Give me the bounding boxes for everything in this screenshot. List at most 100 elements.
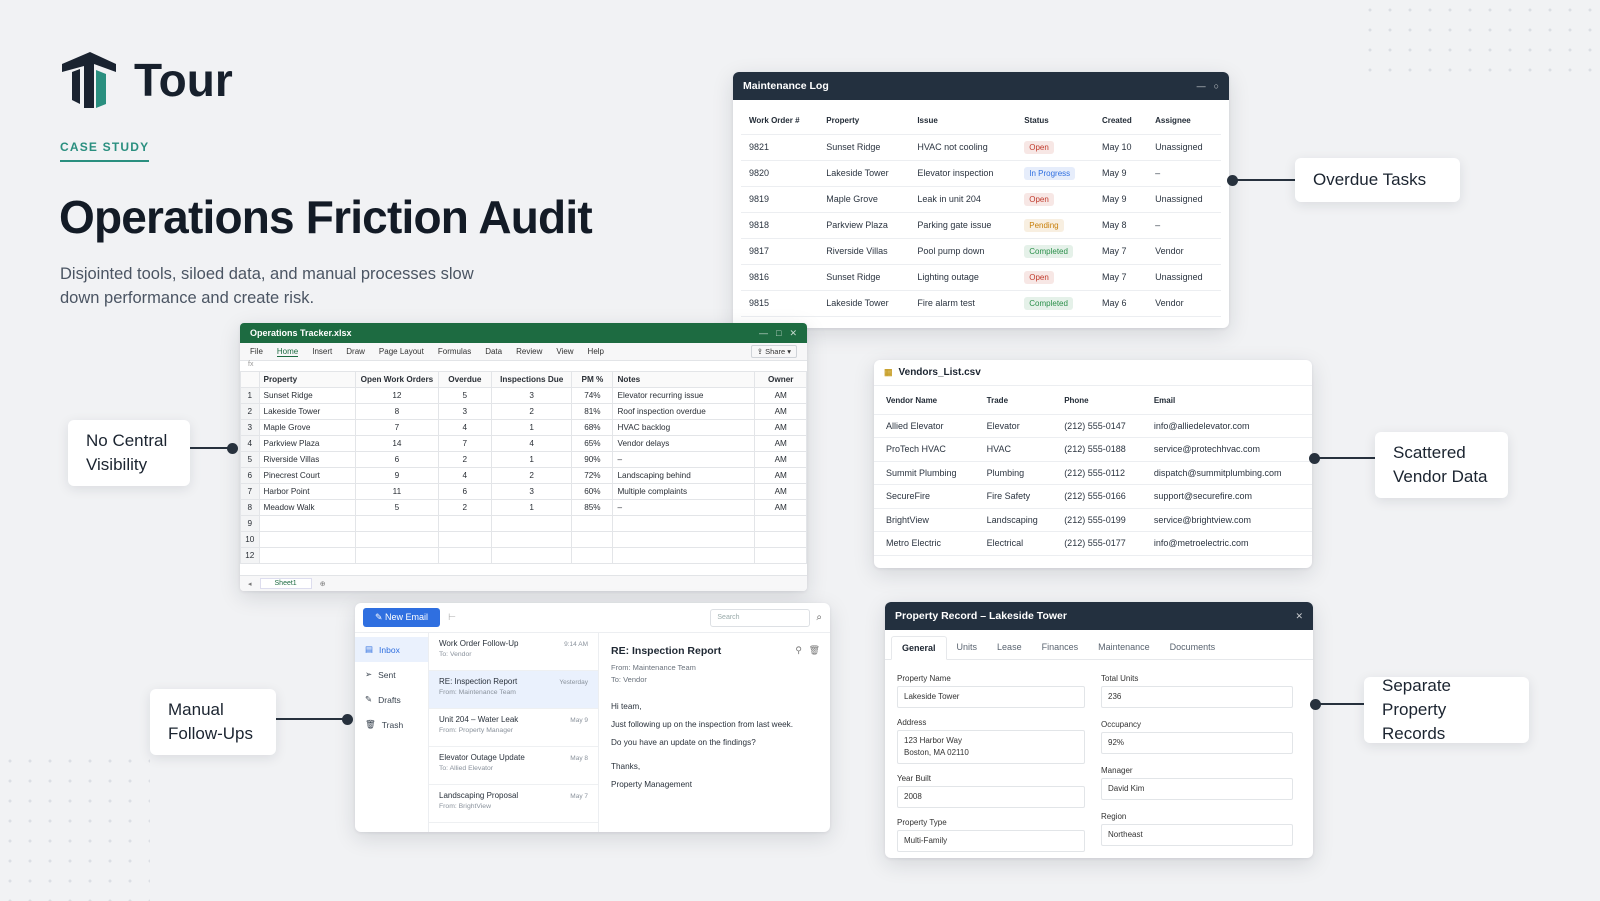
row-number[interactable]: 4	[240, 435, 260, 452]
row-number[interactable]: 6	[240, 467, 260, 484]
sheet-cell[interactable]: Maple Grove	[258, 419, 357, 436]
sheet-cell[interactable]: AM	[754, 467, 807, 484]
sheet-cell[interactable]: AM	[754, 419, 807, 436]
year-built-field[interactable]: 2008	[897, 786, 1085, 808]
sheet-cell[interactable]: 1	[491, 419, 573, 436]
table-row[interactable]: Allied Elevator Elevator (212) 555-0147 inf…	[874, 414, 1312, 438]
sheet-cell[interactable]	[491, 515, 573, 532]
sheet-cell[interactable]: Riverside Villas	[258, 451, 357, 468]
sheet-cell[interactable]: Elevator recurring issue	[612, 387, 756, 404]
sheet-cell[interactable]: AM	[754, 483, 807, 500]
list-item[interactable]: RE: Inspection Report From: Maintenance T…	[429, 671, 598, 709]
list-item[interactable]: Elevator Outage Update To: Allied Elevato…	[429, 747, 598, 785]
sheet-tab[interactable]: Sheet1	[259, 578, 312, 589]
row-number[interactable]: 7	[240, 483, 260, 500]
formula-bar[interactable]: fx	[240, 361, 807, 371]
list-item[interactable]: Work Order Follow-Up To: Vendor 9:14 AM	[429, 633, 598, 671]
sheet-cell[interactable]: –	[612, 451, 756, 468]
sheet-cell[interactable]: 1	[491, 451, 573, 468]
tab-maintenance[interactable]: Maintenance	[1088, 636, 1160, 659]
sheet-cell[interactable]	[571, 515, 614, 532]
close-icon[interactable]: ✕	[789, 328, 797, 339]
sheet-cell[interactable]: HVAC backlog	[612, 419, 756, 436]
sheet-cell[interactable]: 7	[437, 435, 493, 452]
sheet-cell[interactable]: Pinecrest Court	[258, 467, 357, 484]
sheet-cell[interactable]	[754, 547, 807, 564]
sheet-cell[interactable]: Landscaping behind	[612, 467, 756, 484]
sheet-cell[interactable]: 11	[355, 483, 439, 500]
list-item[interactable]: Unit 204 – Water Leak From: Property Mana…	[429, 709, 598, 747]
sheet-cell[interactable]: AM	[754, 435, 807, 452]
search-icon[interactable]: ⌕	[816, 612, 822, 623]
ribbon-tab-page-layout[interactable]: Page Layout	[379, 347, 424, 357]
sheet-cell[interactable]: Vendor delays	[612, 435, 756, 452]
sheet-cell[interactable]: Meadow Walk	[258, 499, 357, 516]
total-units-field[interactable]: 236	[1101, 686, 1293, 708]
column-header[interactable]: Email	[1145, 388, 1312, 415]
column-header[interactable]: Property	[818, 108, 910, 135]
sheet-cell[interactable]: 90%	[571, 451, 614, 468]
sheet-cell[interactable]: 8	[355, 403, 439, 420]
sheet-cell[interactable]	[754, 531, 807, 548]
column-header[interactable]: Overdue	[437, 371, 493, 388]
sheet-cell[interactable]: 6	[437, 483, 493, 500]
sheet-cell[interactable]: 4	[437, 419, 493, 436]
sheet-cell[interactable]	[258, 547, 357, 564]
sheet-cell[interactable]: 81%	[571, 403, 614, 420]
table-row[interactable]: BrightView Landscaping (212) 555-0199 servi…	[874, 508, 1312, 532]
sheet-cell[interactable]: 74%	[571, 387, 614, 404]
sheet-cell[interactable]: 5	[437, 387, 493, 404]
ribbon-tab-data[interactable]: Data	[485, 347, 502, 357]
occupancy-field[interactable]: 92%	[1101, 732, 1293, 754]
sheet-cell[interactable]	[437, 531, 493, 548]
column-header[interactable]: Issue	[909, 108, 1017, 135]
tab-finances[interactable]: Finances	[1032, 636, 1089, 659]
sheet-cell[interactable]	[754, 515, 807, 532]
row-number[interactable]: 12	[240, 547, 260, 564]
sheet-cell[interactable]: 5	[355, 499, 439, 516]
sheet-cell[interactable]	[612, 515, 756, 532]
property-name-field[interactable]: Lakeside Tower	[897, 686, 1085, 708]
column-header[interactable]: PM %	[571, 371, 614, 388]
folder-sent[interactable]: ➢ Sent	[355, 662, 428, 687]
sheet-cell[interactable]: 4	[437, 467, 493, 484]
column-header[interactable]: Phone	[1056, 388, 1146, 415]
ribbon-tab-home[interactable]: Home	[276, 347, 299, 357]
minimize-icon[interactable]: —	[759, 328, 768, 339]
sheet-cell[interactable]: AM	[754, 499, 807, 516]
table-row[interactable]: 9816 Sunset Ridge Lighting outage Open May 7…	[741, 264, 1221, 291]
sheet-cell[interactable]: 2	[437, 499, 493, 516]
sheet-cell[interactable]: 68%	[571, 419, 614, 436]
table-row[interactable]: 9820 Lakeside Tower Elevator inspection In …	[741, 160, 1221, 187]
column-header[interactable]: Notes	[612, 371, 756, 388]
address-field[interactable]: 123 Harbor Way Boston, MA 02110	[897, 730, 1085, 764]
column-header[interactable]: Owner	[754, 371, 807, 388]
property-type-field[interactable]: Multi-Family	[897, 830, 1085, 852]
sheet-cell[interactable]: 3	[437, 403, 493, 420]
close-icon[interactable]: ○	[1214, 81, 1219, 91]
row-number[interactable]: 10	[240, 531, 260, 548]
sheet-cell[interactable]	[355, 531, 439, 548]
sheet-cell[interactable]	[258, 531, 357, 548]
row-number[interactable]: 2	[240, 403, 260, 420]
sheet-cell[interactable]	[437, 547, 493, 564]
column-header[interactable]: Created	[1093, 108, 1148, 135]
sheet-cell[interactable]	[491, 547, 573, 564]
sheet-cell[interactable]: Lakeside Tower	[258, 403, 357, 420]
folder-trash[interactable]: 🗑 Trash	[355, 712, 428, 737]
row-number[interactable]: 8	[240, 499, 260, 516]
table-row[interactable]: ProTech HVAC HVAC (212) 555-0188 service@pr…	[874, 437, 1312, 462]
tab-units[interactable]: Units	[947, 636, 988, 659]
search-input[interactable]: Search	[710, 608, 811, 627]
sheet-cell[interactable]	[571, 531, 614, 548]
column-header[interactable]: Trade	[978, 388, 1057, 415]
column-header[interactable]: Inspections Due	[491, 371, 573, 388]
sheet-cell[interactable]: Roof inspection overdue	[612, 403, 756, 420]
table-row[interactable]: 9819 Maple Grove Leak in unit 204 Open May 9…	[741, 186, 1221, 213]
sheet-cell[interactable]	[258, 515, 357, 532]
ribbon-tab-file[interactable]: File	[250, 347, 263, 357]
row-number[interactable]: 3	[240, 419, 260, 436]
attachment-icon[interactable]: ⚲	[795, 645, 802, 656]
sheet-cell[interactable]: 2	[491, 403, 573, 420]
sheet-cell[interactable]: 85%	[571, 499, 614, 516]
